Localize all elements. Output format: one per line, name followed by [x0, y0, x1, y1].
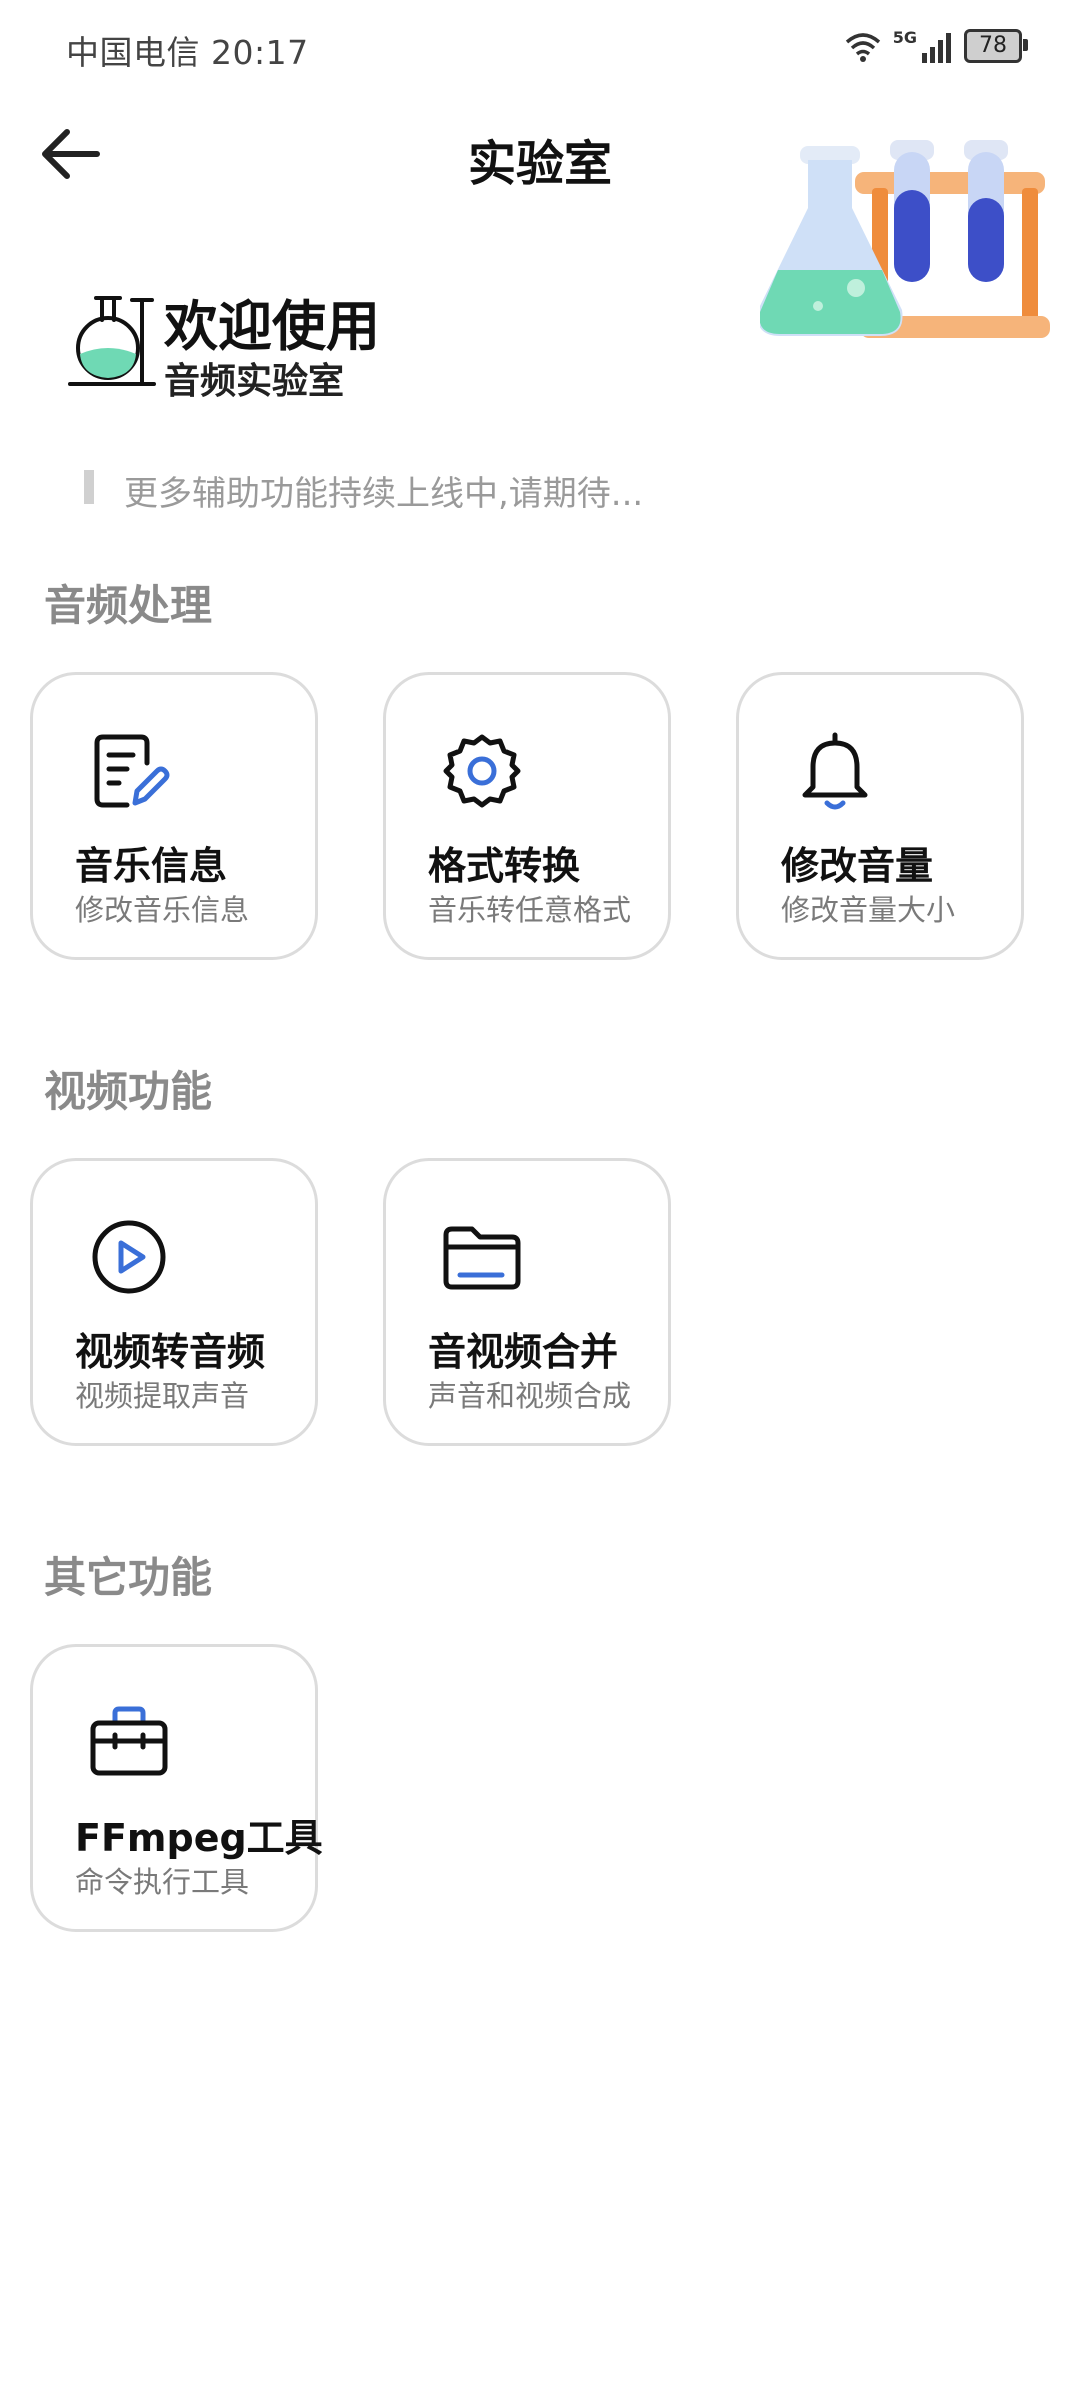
- card-title: 音视频合并: [428, 1330, 619, 1374]
- folder-icon: [443, 1226, 521, 1290]
- card-title: 音乐信息: [75, 844, 228, 888]
- welcome-subtitle: 音频实验室: [164, 361, 345, 402]
- network-type: 5G: [893, 28, 954, 63]
- play-circle-icon: [92, 1220, 166, 1294]
- card-music-info[interactable]: 音乐信息 修改音乐信息: [30, 672, 318, 960]
- card-subtitle: 修改音乐信息: [75, 893, 250, 927]
- bell-icon: [802, 732, 868, 810]
- section-title-audio: 音频处理: [44, 581, 213, 630]
- notice-text: 更多辅助功能持续上线中,请期待...: [124, 474, 644, 514]
- lab-flask-illustration: [760, 140, 1050, 338]
- card-title: 格式转换: [428, 844, 581, 888]
- status-icons: 5G 78: [843, 28, 1028, 63]
- wifi-icon: [845, 32, 880, 62]
- notice-indicator: [84, 470, 94, 504]
- signal-icon: [922, 33, 951, 63]
- card-subtitle: 命令执行工具: [75, 1865, 250, 1899]
- card-title: 视频转音频: [75, 1330, 266, 1374]
- status-carrier-time: 中国电信 20:17: [66, 33, 309, 72]
- card-subtitle: 修改音量大小: [781, 893, 956, 927]
- battery-icon: 78: [964, 28, 1028, 63]
- network-label: 5G: [892, 28, 917, 47]
- card-subtitle: 音乐转任意格式: [428, 893, 632, 927]
- card-change-volume[interactable]: 修改音量 修改音量大小: [736, 672, 1024, 960]
- flask-icon: [68, 296, 156, 386]
- card-title: 修改音量: [781, 844, 934, 888]
- card-subtitle: 视频提取声音: [75, 1379, 250, 1413]
- section-title-video: 视频功能: [44, 1067, 213, 1116]
- card-title: FFmpeg工具: [75, 1816, 323, 1860]
- card-ffmpeg-tool[interactable]: FFmpeg工具 命令执行工具: [30, 1644, 323, 1932]
- edit-document-icon: [94, 734, 170, 808]
- card-format-convert[interactable]: 格式转换 音乐转任意格式: [383, 672, 671, 960]
- welcome-title: 欢迎使用: [164, 295, 380, 358]
- toolbox-icon: [90, 1706, 168, 1776]
- battery-level: 78: [979, 33, 1007, 58]
- card-subtitle: 声音和视频合成: [428, 1379, 632, 1413]
- section-title-other: 其它功能: [44, 1553, 213, 1602]
- card-audio-video-merge[interactable]: 音视频合并 声音和视频合成: [383, 1158, 671, 1446]
- card-video-to-audio[interactable]: 视频转音频 视频提取声音: [30, 1158, 318, 1446]
- gear-icon: [443, 734, 521, 808]
